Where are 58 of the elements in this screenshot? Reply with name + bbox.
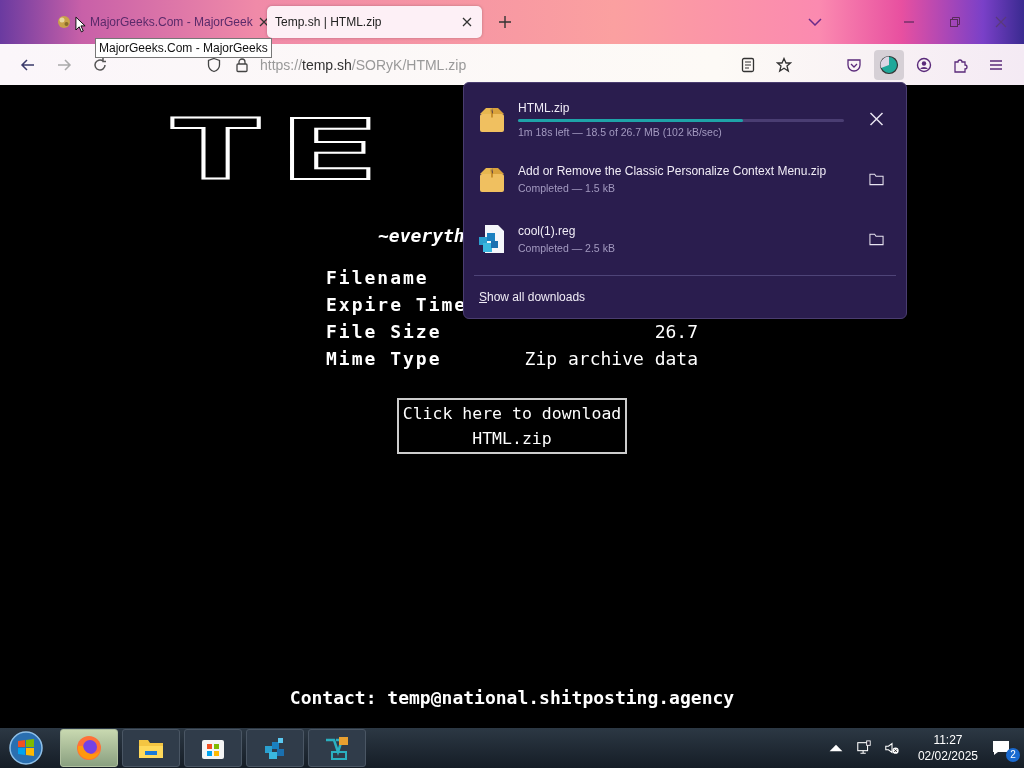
contact-text: Contact: temp@national.shitposting.agency <box>289 687 735 708</box>
field-label: Mime Type <box>326 347 443 370</box>
close-icon[interactable] <box>258 17 269 27</box>
account-icon[interactable] <box>916 56 932 73</box>
chevron-down-icon[interactable] <box>808 18 822 26</box>
address-field[interactable]: https://temp.sh/SORyK/HTML.zip <box>260 56 730 73</box>
volume-muted-icon[interactable] <box>883 740 900 756</box>
field-label: Expire Time <box>326 293 468 316</box>
lock-icon[interactable] <box>234 56 250 73</box>
pocket-icon[interactable] <box>846 56 862 73</box>
network-icon[interactable] <box>855 740 872 756</box>
browser-tab[interactable]: Temp.sh | HTML.zip <box>267 6 482 38</box>
new-tab-icon[interactable] <box>498 15 512 29</box>
registry-file-icon <box>478 224 506 254</box>
start-button[interactable] <box>8 730 44 766</box>
favicon-icon <box>56 14 72 30</box>
tagline: ~everyth <box>378 225 465 246</box>
cursor-icon <box>75 16 86 33</box>
taskbar-app[interactable] <box>308 729 366 767</box>
notifications-icon[interactable] <box>992 740 1010 756</box>
reader-view-icon[interactable] <box>740 56 756 73</box>
tab-title: Temp.sh | HTML.zip <box>275 15 383 29</box>
download-item[interactable]: Add or Remove the Classic Personalize Context Menu.zip Completed — 1.5 kB <box>470 149 900 209</box>
taskbar-app[interactable] <box>246 729 304 767</box>
field-label: File Size <box>326 320 443 343</box>
downloads-button[interactable] <box>874 49 904 80</box>
field-value: 26.7 <box>653 320 698 343</box>
taskbar-app[interactable] <box>184 729 242 767</box>
tab-title: MajorGeeks.Com - MajorGeek <box>90 15 253 29</box>
logo-text: TE <box>164 115 391 185</box>
taskbar-app[interactable] <box>122 729 180 767</box>
download-item[interactable]: cool(1).reg Completed — 2.5 kB <box>470 209 900 269</box>
tooltip: MajorGeeks.Com - MajorGeeks <box>95 38 272 58</box>
download-item[interactable]: HTML.zip 1m 18s left — 18.5 of 26.7 MB (102 kB/sec) <box>470 89 900 149</box>
star-icon[interactable] <box>776 56 792 73</box>
notification-badge: 2 <box>1006 748 1020 762</box>
clock[interactable]: 11:27 02/02/2025 <box>917 732 978 764</box>
download-status: Completed — 2.5 kB <box>518 242 616 254</box>
progress-circle-icon <box>879 54 899 75</box>
cancel-icon[interactable] <box>869 112 884 126</box>
folder-icon[interactable] <box>869 172 884 186</box>
download-status: 1m 18s left — 18.5 of 26.7 MB (102 kB/sec) <box>518 125 723 138</box>
tool-icon <box>323 734 351 762</box>
show-all-downloads-link[interactable]: Show all downloads <box>470 276 900 318</box>
field-label: Filename <box>326 266 430 289</box>
extensions-icon[interactable] <box>952 56 968 73</box>
close-icon[interactable] <box>462 17 472 27</box>
shield-icon[interactable] <box>206 56 222 73</box>
field-value: Zip archive data <box>524 347 698 370</box>
file-name: Add or Remove the Classic Personalize Context Menu.zip <box>518 164 828 178</box>
browser-icon <box>75 734 103 762</box>
download-link-button[interactable]: Click here to download HTML.zip <box>396 398 628 454</box>
reload-icon[interactable] <box>92 56 108 73</box>
download-status: Completed — 1.5 kB <box>518 182 616 194</box>
back-icon[interactable] <box>20 56 36 73</box>
folder-icon[interactable] <box>869 232 884 246</box>
file-name: cool(1).reg <box>518 224 577 238</box>
file-name: HTML.zip <box>518 100 571 115</box>
